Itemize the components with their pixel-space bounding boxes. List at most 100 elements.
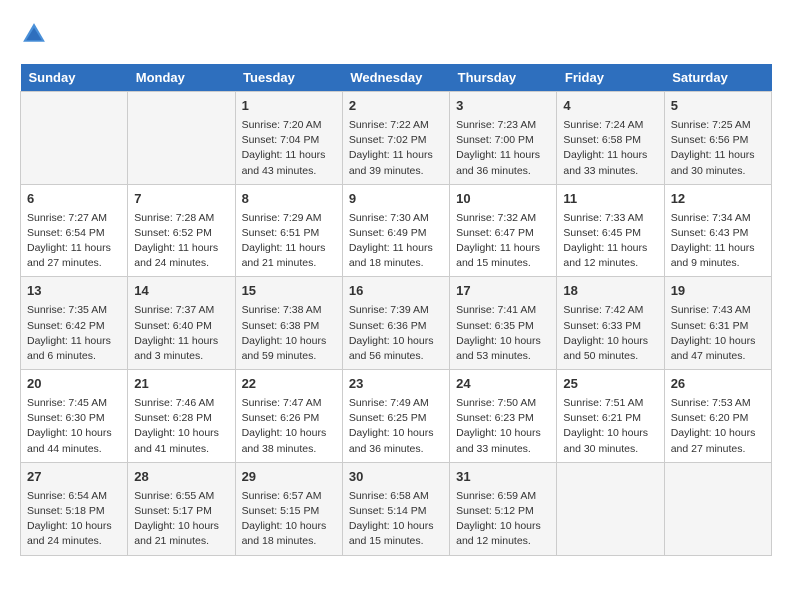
day-number: 11 <box>563 190 657 209</box>
calendar-cell: 10 Sunrise: 7:32 AM Sunset: 6:47 PM Dayli… <box>450 184 557 277</box>
day-number: 5 <box>671 97 765 116</box>
cell-info: Sunrise: 7:32 AM Sunset: 6:47 PM Dayligh… <box>456 211 550 272</box>
cell-info: Sunrise: 7:42 AM Sunset: 6:33 PM Dayligh… <box>563 303 657 364</box>
day-number: 10 <box>456 190 550 209</box>
calendar-cell: 22 Sunrise: 7:47 AM Sunset: 6:26 PM Dayli… <box>235 370 342 463</box>
calendar-cell: 19 Sunrise: 7:43 AM Sunset: 6:31 PM Dayli… <box>664 277 771 370</box>
day-number: 22 <box>242 375 336 394</box>
cell-info: Sunrise: 7:37 AM Sunset: 6:40 PM Dayligh… <box>134 303 228 364</box>
calendar-cell <box>128 92 235 185</box>
day-number: 9 <box>349 190 443 209</box>
calendar-cell <box>664 462 771 555</box>
cell-info: Sunrise: 7:23 AM Sunset: 7:00 PM Dayligh… <box>456 118 550 179</box>
cell-info: Sunrise: 7:47 AM Sunset: 6:26 PM Dayligh… <box>242 396 336 457</box>
calendar-cell: 15Sunrise: 7:38 AM Sunset: 6:38 PM Dayli… <box>235 277 342 370</box>
calendar-cell: 21 Sunrise: 7:46 AM Sunset: 6:28 PM Dayli… <box>128 370 235 463</box>
cell-info: Sunrise: 6:57 AM Sunset: 5:15 PM Dayligh… <box>242 489 336 550</box>
calendar-cell: 12 Sunrise: 7:34 AM Sunset: 6:43 PM Dayli… <box>664 184 771 277</box>
day-number: 16 <box>349 282 443 301</box>
calendar-cell: 24 Sunrise: 7:50 AM Sunset: 6:23 PM Dayli… <box>450 370 557 463</box>
calendar-cell: 31Sunrise: 6:59 AM Sunset: 5:12 PM Dayli… <box>450 462 557 555</box>
cell-info: Sunrise: 7:35 AM Sunset: 6:42 PM Dayligh… <box>27 303 121 364</box>
cell-info: Sunrise: 7:43 AM Sunset: 6:31 PM Dayligh… <box>671 303 765 364</box>
day-number: 17 <box>456 282 550 301</box>
cell-info: Sunrise: 7:39 AM Sunset: 6:36 PM Dayligh… <box>349 303 443 364</box>
calendar-cell: 16 Sunrise: 7:39 AM Sunset: 6:36 PM Dayli… <box>342 277 449 370</box>
cell-info: Sunrise: 7:28 AM Sunset: 6:52 PM Dayligh… <box>134 211 228 272</box>
cell-info: Sunrise: 7:29 AM Sunset: 6:51 PM Dayligh… <box>242 211 336 272</box>
calendar-cell: 6 Sunrise: 7:27 AM Sunset: 6:54 PM Daylig… <box>21 184 128 277</box>
col-header-saturday: Saturday <box>664 64 771 92</box>
cell-info: Sunrise: 6:54 AM Sunset: 5:18 PM Dayligh… <box>27 489 121 550</box>
day-number: 3 <box>456 97 550 116</box>
day-number: 15 <box>242 282 336 301</box>
calendar-cell: 8 Sunrise: 7:29 AM Sunset: 6:51 PM Daylig… <box>235 184 342 277</box>
calendar-cell: 2 Sunrise: 7:22 AM Sunset: 7:02 PM Daylig… <box>342 92 449 185</box>
col-header-wednesday: Wednesday <box>342 64 449 92</box>
calendar-cell: 7 Sunrise: 7:28 AM Sunset: 6:52 PM Daylig… <box>128 184 235 277</box>
calendar-cell: 17 Sunrise: 7:41 AM Sunset: 6:35 PM Dayli… <box>450 277 557 370</box>
cell-info: Sunrise: 7:50 AM Sunset: 6:23 PM Dayligh… <box>456 396 550 457</box>
calendar-cell: 3 Sunrise: 7:23 AM Sunset: 7:00 PM Daylig… <box>450 92 557 185</box>
day-number: 18 <box>563 282 657 301</box>
cell-info: Sunrise: 7:41 AM Sunset: 6:35 PM Dayligh… <box>456 303 550 364</box>
day-number: 2 <box>349 97 443 116</box>
day-number: 29 <box>242 468 336 487</box>
calendar-cell: 13 Sunrise: 7:35 AM Sunset: 6:42 PM Dayli… <box>21 277 128 370</box>
logo-icon <box>20 20 48 48</box>
cell-info: Sunrise: 7:51 AM Sunset: 6:21 PM Dayligh… <box>563 396 657 457</box>
col-header-monday: Monday <box>128 64 235 92</box>
day-number: 24 <box>456 375 550 394</box>
col-header-friday: Friday <box>557 64 664 92</box>
calendar-table: SundayMondayTuesdayWednesdayThursdayFrid… <box>20 64 772 556</box>
calendar-cell: 26Sunrise: 7:53 AM Sunset: 6:20 PM Dayli… <box>664 370 771 463</box>
day-number: 4 <box>563 97 657 116</box>
cell-info: Sunrise: 7:34 AM Sunset: 6:43 PM Dayligh… <box>671 211 765 272</box>
calendar-cell: 23 Sunrise: 7:49 AM Sunset: 6:25 PM Dayli… <box>342 370 449 463</box>
day-number: 31 <box>456 468 550 487</box>
cell-info: Sunrise: 7:49 AM Sunset: 6:25 PM Dayligh… <box>349 396 443 457</box>
calendar-cell: 20 Sunrise: 7:45 AM Sunset: 6:30 PM Dayli… <box>21 370 128 463</box>
page-header <box>20 20 772 48</box>
cell-info: Sunrise: 7:24 AM Sunset: 6:58 PM Dayligh… <box>563 118 657 179</box>
day-number: 14 <box>134 282 228 301</box>
cell-info: Sunrise: 7:30 AM Sunset: 6:49 PM Dayligh… <box>349 211 443 272</box>
calendar-cell: 25 Sunrise: 7:51 AM Sunset: 6:21 PM Dayli… <box>557 370 664 463</box>
day-number: 30 <box>349 468 443 487</box>
cell-info: Sunrise: 6:55 AM Sunset: 5:17 PM Dayligh… <box>134 489 228 550</box>
col-header-thursday: Thursday <box>450 64 557 92</box>
day-number: 26 <box>671 375 765 394</box>
cell-info: Sunrise: 6:58 AM Sunset: 5:14 PM Dayligh… <box>349 489 443 550</box>
cell-info: Sunrise: 7:33 AM Sunset: 6:45 PM Dayligh… <box>563 211 657 272</box>
calendar-cell: 30 Sunrise: 6:58 AM Sunset: 5:14 PM Dayli… <box>342 462 449 555</box>
col-header-sunday: Sunday <box>21 64 128 92</box>
cell-info: Sunrise: 7:22 AM Sunset: 7:02 PM Dayligh… <box>349 118 443 179</box>
calendar-cell: 14 Sunrise: 7:37 AM Sunset: 6:40 PM Dayli… <box>128 277 235 370</box>
day-number: 23 <box>349 375 443 394</box>
calendar-cell: 29 Sunrise: 6:57 AM Sunset: 5:15 PM Dayli… <box>235 462 342 555</box>
day-number: 12 <box>671 190 765 209</box>
calendar-cell: 5 Sunrise: 7:25 AM Sunset: 6:56 PM Daylig… <box>664 92 771 185</box>
cell-info: Sunrise: 7:45 AM Sunset: 6:30 PM Dayligh… <box>27 396 121 457</box>
day-number: 13 <box>27 282 121 301</box>
calendar-cell: 27 Sunrise: 6:54 AM Sunset: 5:18 PM Dayli… <box>21 462 128 555</box>
day-number: 7 <box>134 190 228 209</box>
day-number: 6 <box>27 190 121 209</box>
cell-info: Sunrise: 7:27 AM Sunset: 6:54 PM Dayligh… <box>27 211 121 272</box>
day-number: 20 <box>27 375 121 394</box>
cell-info: Sunrise: 7:20 AM Sunset: 7:04 PM Dayligh… <box>242 118 336 179</box>
calendar-cell <box>21 92 128 185</box>
cell-info: Sunrise: 7:25 AM Sunset: 6:56 PM Dayligh… <box>671 118 765 179</box>
day-number: 8 <box>242 190 336 209</box>
calendar-cell: 9 Sunrise: 7:30 AM Sunset: 6:49 PM Daylig… <box>342 184 449 277</box>
day-number: 25 <box>563 375 657 394</box>
logo <box>20 20 52 48</box>
calendar-cell: 18 Sunrise: 7:42 AM Sunset: 6:33 PM Dayli… <box>557 277 664 370</box>
calendar-cell <box>557 462 664 555</box>
calendar-cell: 1Sunrise: 7:20 AM Sunset: 7:04 PM Daylig… <box>235 92 342 185</box>
day-number: 19 <box>671 282 765 301</box>
day-number: 21 <box>134 375 228 394</box>
day-number: 28 <box>134 468 228 487</box>
day-number: 27 <box>27 468 121 487</box>
cell-info: Sunrise: 7:46 AM Sunset: 6:28 PM Dayligh… <box>134 396 228 457</box>
